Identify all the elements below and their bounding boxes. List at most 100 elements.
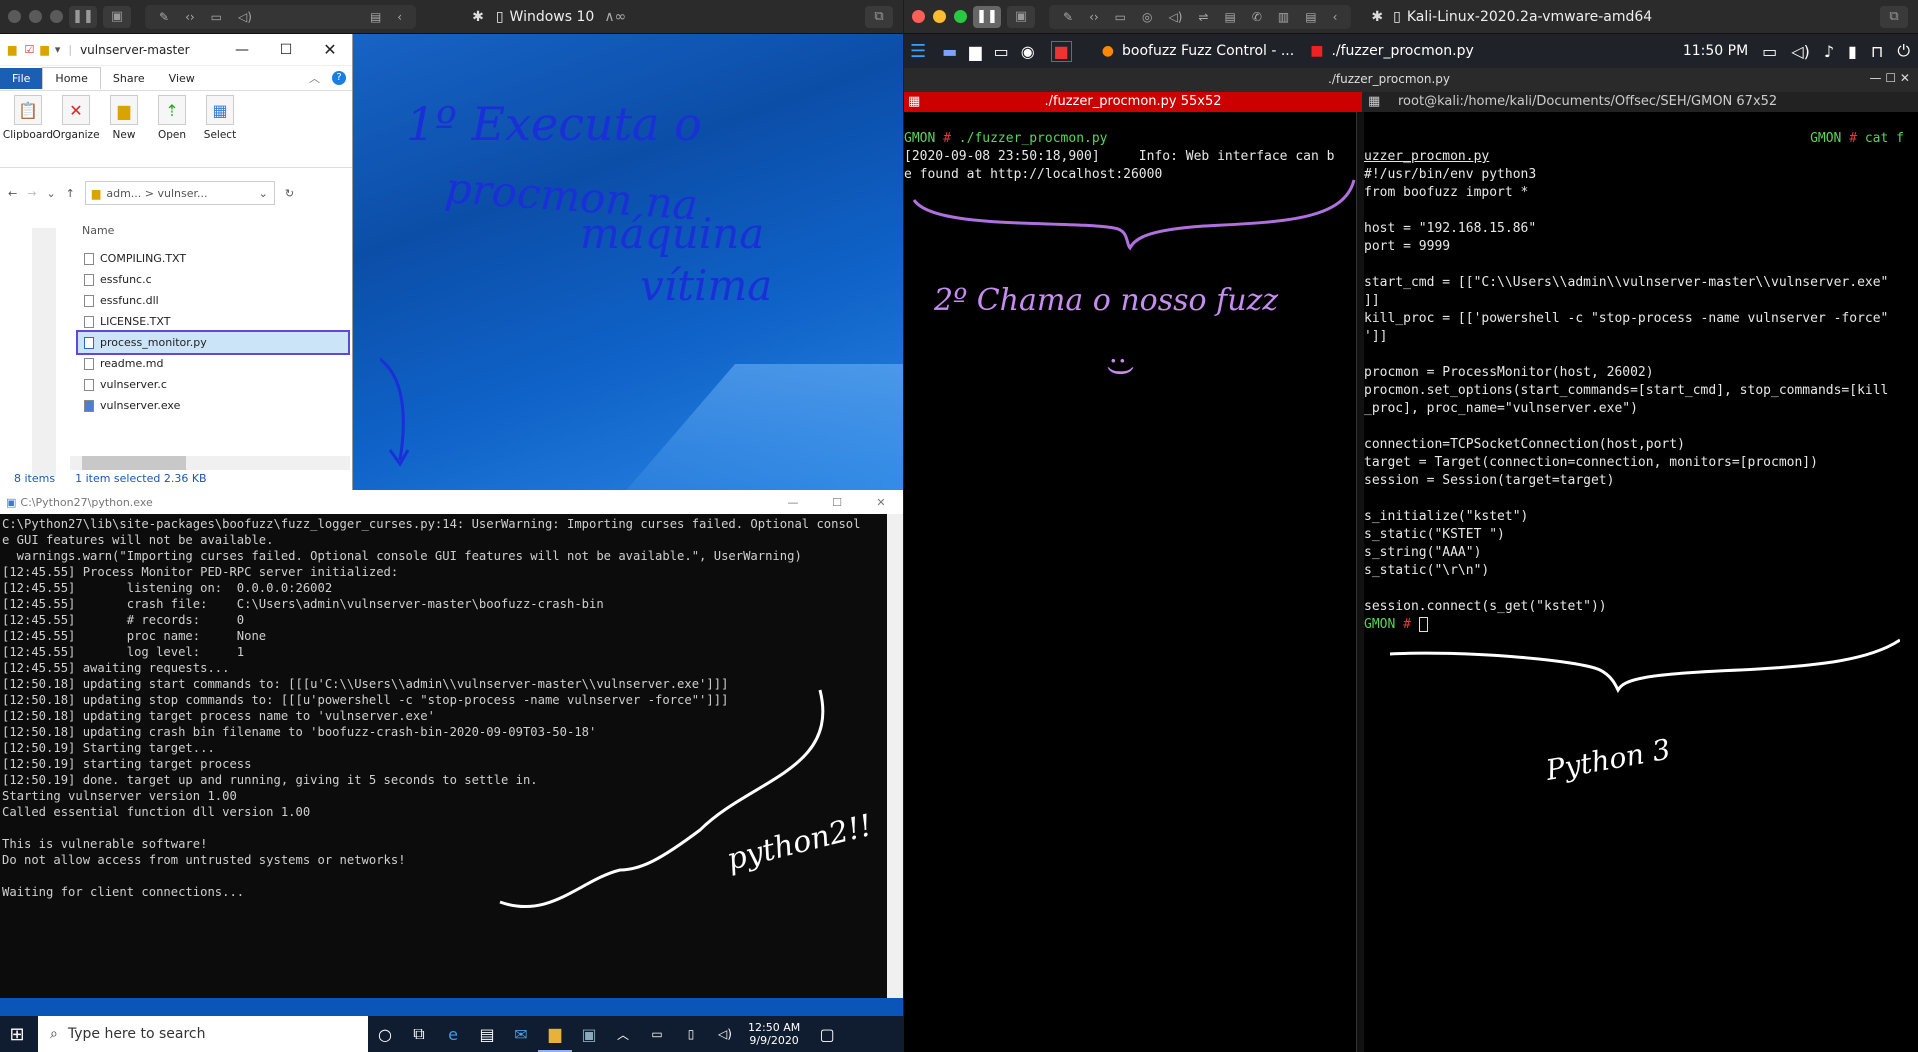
display-icon[interactable]: ▭ [1762,42,1777,61]
pane-divider[interactable] [1356,112,1364,1052]
select-button[interactable]: ▦ Select [198,95,242,163]
address-bar[interactable]: ▆ adm... > vulnser... ⌄ [84,181,275,205]
taskbar-tab-boofuzz[interactable]: ● boofuzz Fuzz Control - ... [1102,43,1294,59]
recent-icon[interactable]: ⌄ [46,187,55,200]
file-row[interactable]: LICENSE.TXT [78,311,348,332]
tab-file[interactable]: File [0,67,43,89]
battery-icon[interactable]: ▭ [640,1016,674,1052]
chevron-left-icon[interactable]: ‹ [1333,10,1338,24]
open-button[interactable]: ⇡ Open [150,95,194,163]
max-dot[interactable] [954,10,967,23]
dropdown-icon[interactable]: ▾ [55,43,61,56]
kali-menu-icon[interactable]: ☰ [910,41,926,62]
clock[interactable]: 12:50 AM 9/9/2020 [748,1021,800,1047]
battery-icon[interactable]: ▮ [1848,42,1857,61]
taskbar-tab-terminal[interactable]: ■ ./fuzzer_procmon.py [1310,43,1474,59]
file-row[interactable]: readme.md [78,353,348,374]
up-icon[interactable]: ↑ [66,187,75,200]
file-row[interactable]: COMPILING.TXT [78,248,348,269]
store-icon[interactable]: ▤ [470,1016,504,1052]
code-icon[interactable]: ‹› [1089,10,1099,24]
code-icon[interactable]: ‹› [185,10,195,24]
file-row[interactable]: essfunc.c [78,269,348,290]
power-icon[interactable]: ⏻ [1897,41,1910,61]
forward-icon[interactable]: → [27,187,36,200]
file-row[interactable]: vulnserver.c [78,374,348,395]
file-row-selected[interactable]: process_monitor.py [76,330,350,355]
file-row[interactable]: essfunc.dll [78,290,348,311]
search-box[interactable]: ⌕ Type here to search [38,1016,368,1052]
explorer-taskbar-icon[interactable]: ▆ [538,1016,572,1052]
windows-start-icon[interactable]: ⊞ [0,1016,34,1052]
fullscreen-icon[interactable]: ⧉ [865,5,893,28]
network-icon[interactable]: ▯ [674,1016,708,1052]
close-button[interactable]: ✕ [859,496,903,509]
new-button[interactable]: ▆ New [102,95,146,163]
chevron-up-icon[interactable]: ︿ [297,66,332,90]
chevron-left-icon[interactable]: ‹ [397,10,402,24]
pause-icon[interactable]: ❚❚ [973,5,1001,28]
min-dot[interactable] [29,10,42,23]
disk-icon[interactable]: ▭ [211,10,222,24]
help-icon[interactable]: ? [332,71,346,85]
vertical-scrollbar[interactable] [887,514,903,998]
close-button[interactable]: ✕ [308,40,352,59]
wrench-icon[interactable]: ✎ [159,10,169,24]
vm-title: ▯ Windows 10 ∧∞ [496,9,626,25]
tab-view[interactable]: View [157,68,207,89]
snapshot-icon[interactable]: ▣ [103,5,131,28]
sound-icon[interactable]: ◁) [238,10,252,24]
right-terminal-pane[interactable]: GMON # cat f uzzer_procmon.py #!/usr/bin/… [1364,112,1918,1052]
maximize-button[interactable]: ☐ [264,42,308,58]
window-controls[interactable]: — ☐ ✕ [1870,71,1910,85]
tab-share[interactable]: Share [101,68,157,89]
camera-icon[interactable]: ◎ [1142,10,1152,24]
left-terminal-pane[interactable]: GMON # ./fuzzer_procmon.py [2020-09-08 2… [904,112,1354,1052]
file-row[interactable]: vulnserver.exe [78,395,348,416]
column-name-header[interactable]: Name [82,224,114,237]
disk-icon[interactable]: ▭ [1115,10,1126,24]
address-row: ← → ⌄ ↑ ▆ adm... > vulnser... ⌄ ↻ [0,176,352,210]
phone-icon[interactable]: ✆ [1252,10,1262,24]
edge-icon[interactable]: e [436,1016,470,1052]
max-dot[interactable] [50,10,63,23]
bell-icon[interactable]: ♪ [1824,42,1834,61]
wrench-icon[interactable]: ✎ [1063,10,1073,24]
maximize-button[interactable]: ☐ [815,496,859,509]
volume-icon[interactable]: ◁) [1791,42,1810,61]
cortana-icon[interactable]: ○ [368,1016,402,1052]
terminal-icon[interactable]: ▭ [994,42,1009,61]
usb-icon[interactable]: ⇌ [1198,10,1208,24]
files-icon[interactable]: ▆ [969,42,981,61]
task-view-icon[interactable]: ⧉ [402,1016,436,1052]
clipboard-button[interactable]: 📋 Clipboard [3,95,53,163]
minimize-button[interactable]: — [771,496,815,509]
hdd-icon[interactable]: ▥ [1278,10,1289,24]
notification-icon[interactable]: ▢ [810,1016,844,1052]
min-dot[interactable] [933,10,946,23]
snapshot-icon[interactable]: ▣ [1007,5,1035,28]
pause-icon[interactable]: ❚❚ [69,5,97,28]
lock-icon[interactable]: ⊓ [1871,42,1883,61]
tab-home[interactable]: Home [42,67,101,89]
folder-icon[interactable]: ▤ [370,10,381,24]
mail-icon[interactable]: ✉ [504,1016,538,1052]
volume-icon[interactable]: ◁) [708,1016,742,1052]
fullscreen-icon[interactable]: ⧉ [1880,5,1908,28]
tray-chevron-icon[interactable]: ︿ [606,1016,640,1052]
organize-button[interactable]: ✕ Organize [52,95,100,163]
folder-icon[interactable]: ▤ [1305,10,1316,24]
browser-icon[interactable]: ◉ [1021,42,1035,61]
sound-icon[interactable]: ◁) [1169,10,1183,24]
close-dot[interactable] [8,10,21,23]
python-taskbar-icon[interactable]: ▣ [572,1016,606,1052]
back-icon[interactable]: ← [8,187,17,200]
printer-icon[interactable]: ▤ [1224,10,1235,24]
chevron-down-icon[interactable]: ⌄ [259,187,268,200]
workspace-icon[interactable]: ▬ [942,42,957,61]
close-dot[interactable] [912,10,925,23]
record-icon[interactable]: ■ [1050,40,1072,62]
kali-clock[interactable]: 11:50 PM [1683,43,1748,59]
refresh-icon[interactable]: ↻ [285,187,294,200]
minimize-button[interactable]: — [220,42,264,58]
